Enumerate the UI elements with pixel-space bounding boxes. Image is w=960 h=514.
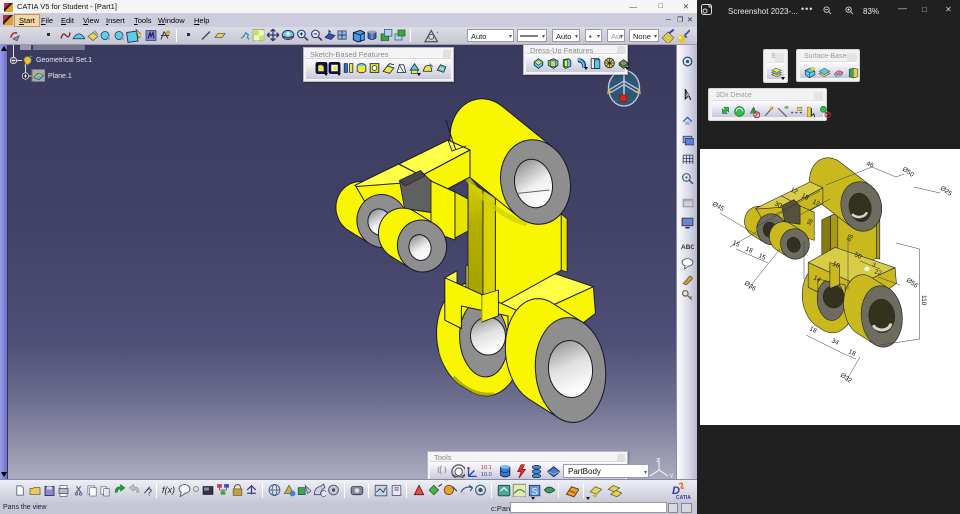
svg-text:y: y — [670, 472, 674, 478]
svg-text:Ø32: Ø32 — [839, 372, 853, 385]
svg-text:10.1: 10.1 — [481, 465, 492, 471]
svg-text:S: S — [532, 487, 538, 497]
svg-text:z: z — [656, 457, 659, 464]
svg-text:CATIA: CATIA — [676, 495, 691, 501]
svg-text:?: ? — [147, 487, 153, 497]
svg-text:ABC: ABC — [681, 244, 694, 251]
svg-text:15: 15 — [731, 239, 741, 249]
svg-text:f(x): f(x) — [162, 485, 175, 495]
svg-text:34: 34 — [830, 337, 840, 347]
svg-text:x: x — [645, 472, 649, 478]
svg-text:18: 18 — [847, 348, 857, 358]
svg-text:Ø45: Ø45 — [711, 201, 725, 213]
svg-text:Ø36: Ø36 — [743, 280, 757, 293]
svg-text:18: 18 — [744, 245, 754, 255]
svg-text:10.0: 10.0 — [481, 472, 492, 478]
svg-text:Ø25: Ø25 — [939, 185, 953, 198]
svg-text:Ø50: Ø50 — [901, 166, 915, 179]
svg-text:15: 15 — [757, 252, 767, 262]
svg-text:18: 18 — [808, 325, 818, 335]
svg-text:Ø56: Ø56 — [905, 277, 919, 290]
svg-text:46: 46 — [865, 160, 875, 169]
svg-text:110: 110 — [920, 295, 927, 306]
